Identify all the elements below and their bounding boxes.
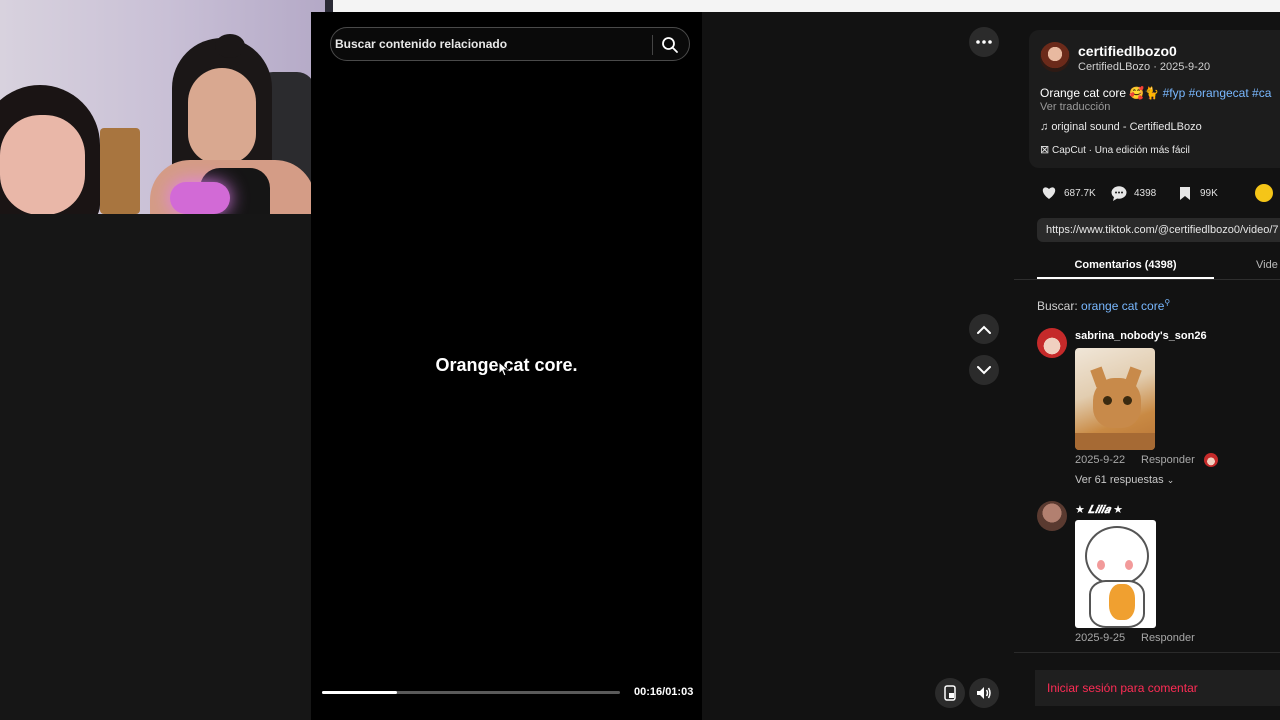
search-small-icon: ⚲ [1164,298,1171,307]
music-note-icon: ♫ [1040,121,1049,133]
comment-date: 2025-9-25 [1075,632,1126,644]
comment-image-sticker[interactable] [1075,520,1156,628]
mouse-cursor-icon [498,361,510,377]
save-count: 99K [1200,187,1218,199]
comment-image-cat[interactable] [1075,348,1155,450]
comment-username[interactable]: ★ 𝑳𝒊𝒍𝒊𝒂 ★ [1075,503,1123,517]
description-text: Orange cat core [1040,86,1130,100]
comment-count: 4398 [1134,187,1157,199]
author-avatar[interactable] [1040,42,1070,72]
webcam-overlay [0,0,333,214]
video-url: https://www.tiktok.com/@certifiedlbozo0/… [1046,224,1279,236]
description-emoji: 🥰🐈 [1129,86,1160,100]
previous-video-button[interactable] [969,314,999,344]
more-icon [976,40,992,44]
capcut-icon: ⊠ [1040,144,1050,156]
login-to-comment-bar[interactable]: Iniciar sesión para comentar [1035,670,1280,706]
post-description: Orange cat core 🥰🐈 #fyp #orangecat #ca [1040,86,1271,100]
author-username[interactable]: certifiedlbozo0 [1078,43,1177,59]
middle-area [702,12,1014,720]
floating-player-icon [944,685,956,701]
creator-liked-icon [1204,453,1218,467]
volume-icon [977,687,991,699]
floating-player-button[interactable] [935,678,965,708]
more-options-button[interactable] [969,27,999,57]
comments-divider [1014,652,1280,653]
like-count: 687.7K [1064,187,1096,199]
chevron-down-icon: ⌄ [1166,475,1175,485]
tab-videos[interactable]: Vide [1256,259,1278,271]
hashtags-link[interactable]: #fyp #orangecat #ca [1163,86,1272,100]
coin-stat[interactable] [1255,184,1273,202]
capcut-label: CapCut · Una edición más fácil [1052,145,1190,156]
comment-search-query[interactable]: orange cat core [1081,299,1164,313]
login-to-comment-label[interactable]: Iniciar sesión para comentar [1047,681,1198,695]
reply-button[interactable]: Responder [1141,632,1195,644]
comment-stat[interactable]: 4398 [1110,184,1156,202]
like-stat[interactable]: 687.7K [1040,184,1096,202]
comment-search-label: Buscar: [1037,299,1082,313]
reply-button[interactable]: Responder [1141,454,1195,466]
sound-label: original sound - CertifiedLBozo [1051,121,1202,133]
search-input[interactable]: Buscar contenido relacionado [335,37,507,51]
chevron-down-icon [977,365,991,374]
bookmark-icon [1176,184,1194,202]
video-time: 00:16/01:03 [634,686,694,698]
video-progress-bar[interactable] [322,691,620,694]
view-replies-link[interactable]: Ver 61 respuestas ⌄ [1075,474,1174,486]
copy-link-box[interactable]: https://www.tiktok.com/@certifiedlbozo0/… [1037,218,1280,242]
comment-avatar[interactable] [1037,328,1067,358]
volume-button[interactable] [969,678,999,708]
translate-link[interactable]: Ver traducción [1040,101,1110,113]
comment-username[interactable]: sabrina_nobody's_son26 [1075,330,1207,342]
comment-search-suggestion[interactable]: Buscar: orange cat core⚲ [1037,298,1170,313]
comment-date: 2025-9-22 [1075,454,1126,466]
browser-top-strip [333,0,1280,12]
progress-fill [322,691,397,694]
search-divider [652,35,653,55]
chevron-up-icon [977,325,991,334]
comment-bubble-icon [1110,184,1128,202]
heart-icon [1040,184,1058,202]
coin-icon [1255,184,1273,202]
search-icon[interactable] [661,36,679,54]
capcut-row[interactable]: ⊠ CapCut · Una edición más fácil [1040,143,1190,156]
related-search-bar[interactable]: Buscar contenido relacionado [330,27,690,61]
author-display-date: CertifiedLBozo · 2025-9-20 [1078,61,1211,73]
comment-avatar[interactable] [1037,501,1067,531]
tab-comments[interactable]: Comentarios (4398) [1037,259,1214,271]
sound-row[interactable]: ♫ original sound - CertifiedLBozo [1040,121,1202,133]
save-stat[interactable]: 99K [1176,184,1218,202]
tab-divider [1014,279,1280,280]
next-video-button[interactable] [969,355,999,385]
view-replies-label: Ver 61 respuestas [1075,474,1164,486]
